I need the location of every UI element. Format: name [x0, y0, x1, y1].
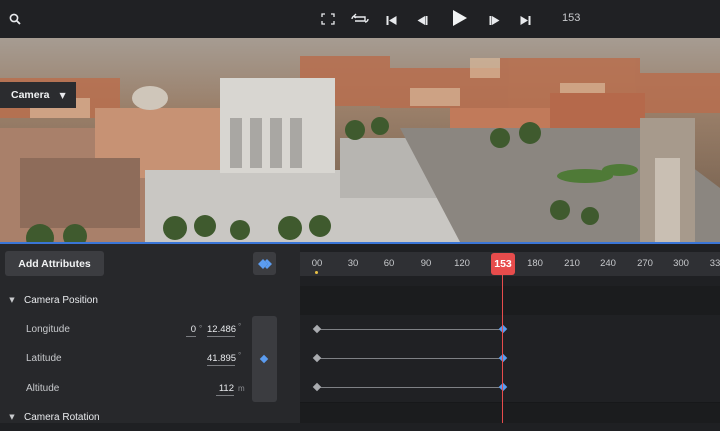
attribute-label-latitude: Latitude: [26, 353, 62, 364]
chevron-down-icon: ▼: [59, 90, 66, 100]
ruler-tick: 90: [420, 258, 432, 269]
start-marker: [315, 271, 318, 274]
playhead-line[interactable]: [502, 275, 503, 423]
camera-dropdown-label: Camera: [11, 89, 50, 101]
keyframe-diamond-icon: [259, 354, 269, 364]
keyframe-segment: [317, 387, 503, 388]
loop-icon[interactable]: [351, 12, 369, 28]
latitude-field[interactable]: 41.895: [207, 353, 236, 366]
ruler-tick: 270: [637, 258, 653, 269]
altitude-unit: m: [238, 384, 245, 393]
section-camera-position[interactable]: ▼ Camera Position: [0, 286, 98, 314]
playhead-frame-badge[interactable]: 153: [491, 253, 515, 275]
ruler-tick: 210: [564, 258, 580, 269]
step-back-icon[interactable]: [416, 13, 428, 29]
expand-triangle-icon: ▼: [9, 296, 15, 304]
expand-triangle-icon: ▼: [9, 413, 15, 421]
latitude-unit: °: [238, 351, 242, 360]
longitude-degrees-field[interactable]: 0: [186, 324, 196, 337]
ruler-tick: 180: [527, 258, 543, 269]
track-latitude: [300, 344, 720, 374]
section-label: Camera Position: [24, 294, 98, 306]
longitude-separator: °: [199, 324, 203, 333]
section-camera-rotation[interactable]: ▼ Camera Rotation: [0, 403, 100, 431]
ruler-tick: 300: [673, 258, 689, 269]
add-attributes-button[interactable]: Add Attributes: [5, 251, 104, 276]
ruler-tick: 00: [311, 258, 323, 269]
section-label: Camera Rotation: [24, 411, 100, 423]
ruler-tick: 240: [600, 258, 616, 269]
ruler-tick: 30: [347, 258, 359, 269]
step-forward-icon[interactable]: [489, 13, 501, 29]
keyframe-diamond-icon: [257, 258, 272, 269]
track-longitude: [300, 315, 720, 345]
current-frame-readout: 153: [562, 12, 581, 24]
keyframe-segment: [317, 329, 503, 330]
skip-to-start-icon[interactable]: [386, 13, 397, 29]
add-keyframe-button[interactable]: [253, 252, 276, 275]
attribute-label-longitude: Longitude: [26, 324, 70, 335]
camera-dropdown[interactable]: Camera ▼: [0, 82, 76, 108]
longitude-field[interactable]: 12.486: [207, 324, 236, 337]
fullscreen-icon[interactable]: [321, 12, 335, 28]
longitude-unit: °: [238, 322, 242, 331]
ruler-tick: 60: [383, 258, 395, 269]
ruler-tick: 120: [454, 258, 470, 269]
top-toolbar: 153: [0, 0, 720, 38]
attribute-label-altitude: Altitude: [26, 383, 60, 394]
ruler-tick: 33: [709, 258, 720, 269]
keyframe-segment: [317, 358, 503, 359]
track-altitude: [300, 373, 720, 403]
skip-to-end-icon[interactable]: [520, 13, 531, 29]
search-icon[interactable]: [9, 12, 21, 28]
play-icon[interactable]: [452, 9, 468, 30]
position-keyframe-toggle[interactable]: [252, 316, 277, 402]
3d-viewport[interactable]: Camera ▼: [0, 38, 720, 242]
altitude-field[interactable]: 112: [216, 383, 234, 396]
aerial-city-scene: [0, 38, 720, 242]
